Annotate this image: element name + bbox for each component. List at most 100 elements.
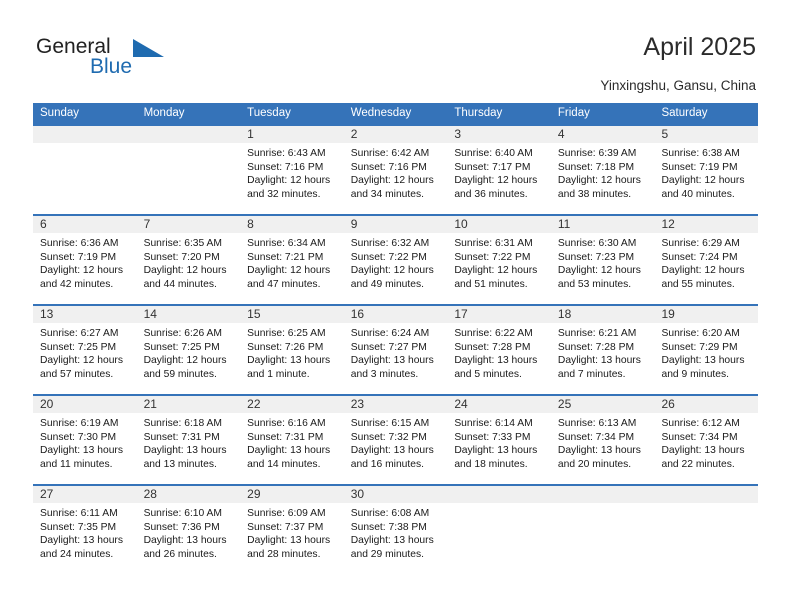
calendar-week-row: 6 7 8 9 10 11 12 Sunrise: 6:36 AM Sunset: 7:19 P… (33, 214, 758, 304)
daylight-text-line2: and 36 minutes. (454, 188, 528, 200)
day-cell[interactable]: Sunrise: 6:31 AM Sunset: 7:22 PM Daylight:… (447, 233, 551, 304)
week-daynumber-band: 13 14 15 16 17 18 19 (33, 306, 758, 323)
day-cell[interactable]: Sunrise: 6:40 AM Sunset: 7:17 PM Daylight:… (447, 143, 551, 214)
sunrise-text: Sunrise: 6:11 AM (40, 508, 118, 519)
day-number[interactable]: 28 (137, 486, 241, 503)
day-cell[interactable]: Sunrise: 6:09 AM Sunset: 7:37 PM Daylight:… (240, 503, 344, 574)
sunrise-text: Sunrise: 6:15 AM (350, 418, 430, 429)
daylight-text-line1: Daylight: 13 hours (350, 355, 434, 366)
weekday-header-row: Sunday Monday Tuesday Wednesday Thursday… (33, 103, 758, 124)
sunrise-text: Sunrise: 6:19 AM (40, 418, 119, 429)
day-cell[interactable]: Sunrise: 6:11 AM Sunset: 7:35 PM Daylight:… (33, 503, 137, 574)
day-number[interactable]: 13 (33, 306, 137, 323)
sunset-text: Sunset: 7:17 PM (454, 161, 531, 173)
day-number[interactable]: 4 (551, 126, 655, 143)
day-number[interactable]: 5 (654, 126, 758, 143)
day-cell[interactable]: Sunrise: 6:26 AM Sunset: 7:25 PM Daylight:… (137, 323, 241, 394)
day-number[interactable]: 10 (447, 216, 551, 233)
sunset-text: Sunset: 7:25 PM (40, 341, 117, 353)
day-number[interactable]: 15 (240, 306, 344, 323)
day-number[interactable]: 6 (33, 216, 137, 233)
day-cell[interactable]: Sunrise: 6:20 AM Sunset: 7:29 PM Daylight:… (654, 323, 758, 394)
day-cell[interactable]: Sunrise: 6:38 AM Sunset: 7:19 PM Daylight:… (654, 143, 758, 214)
day-number[interactable]: 9 (344, 216, 448, 233)
day-cell[interactable]: Sunrise: 6:32 AM Sunset: 7:22 PM Daylight:… (344, 233, 448, 304)
day-number[interactable]: 14 (137, 306, 241, 323)
daylight-text-line2: and 29 minutes. (350, 548, 425, 560)
day-number[interactable]: 17 (447, 306, 551, 323)
day-number[interactable]: 23 (344, 396, 448, 413)
day-number[interactable]: 30 (344, 486, 448, 503)
day-number[interactable]: 12 (654, 216, 758, 233)
day-cell[interactable]: Sunrise: 6:34 AM Sunset: 7:21 PM Daylight:… (240, 233, 344, 304)
day-cell[interactable]: Sunrise: 6:30 AM Sunset: 7:23 PM Daylight:… (551, 233, 655, 304)
day-cell[interactable]: Sunrise: 6:13 AM Sunset: 7:34 PM Daylight:… (551, 413, 655, 484)
daylight-text-line1: Daylight: 12 hours (557, 175, 641, 186)
day-number[interactable]: 22 (240, 396, 344, 413)
weekday-header-sunday: Sunday (40, 107, 80, 119)
calendar-week-row: 27 28 29 30 Sunrise: 6:11 AM Sunset: 7:35 PM D… (33, 484, 758, 574)
daylight-text-line2: and 14 minutes. (247, 458, 321, 470)
day-number[interactable]: 11 (551, 216, 655, 233)
day-number[interactable]: 25 (551, 396, 655, 413)
day-number[interactable]: 7 (137, 216, 241, 233)
sunrise-text: Sunrise: 6:40 AM (454, 148, 533, 159)
day-number[interactable]: 19 (654, 306, 758, 323)
day-cell[interactable]: Sunrise: 6:18 AM Sunset: 7:31 PM Daylight:… (137, 413, 241, 484)
day-cell[interactable]: Sunrise: 6:21 AM Sunset: 7:28 PM Daylight:… (551, 323, 655, 394)
day-number[interactable]: 29 (240, 486, 344, 503)
weekday-header-thursday: Thursday (454, 107, 503, 119)
day-number[interactable]: 16 (344, 306, 448, 323)
day-cell[interactable]: Sunrise: 6:42 AM Sunset: 7:16 PM Daylight:… (344, 143, 448, 214)
weekday-header-monday: Monday (143, 107, 185, 119)
day-cell[interactable]: Sunrise: 6:10 AM Sunset: 7:36 PM Daylight:… (137, 503, 241, 574)
day-cell-empty (33, 143, 137, 214)
day-cell[interactable]: Sunrise: 6:22 AM Sunset: 7:28 PM Daylight:… (447, 323, 551, 394)
day-cell[interactable]: Sunrise: 6:15 AM Sunset: 7:32 PM Daylight:… (344, 413, 448, 484)
day-number[interactable]: 3 (447, 126, 551, 143)
sunset-text: Sunset: 7:22 PM (454, 251, 531, 263)
day-number[interactable]: 20 (33, 396, 137, 413)
day-cell[interactable]: Sunrise: 6:16 AM Sunset: 7:31 PM Daylight:… (240, 413, 344, 484)
daylight-text-line2: and 47 minutes. (247, 278, 321, 290)
day-number[interactable]: 26 (654, 396, 758, 413)
day-cell[interactable]: Sunrise: 6:25 AM Sunset: 7:26 PM Daylight:… (240, 323, 344, 394)
daylight-text-line1: Daylight: 13 hours (247, 445, 331, 456)
daylight-text-line2: and 57 minutes. (40, 368, 114, 380)
day-cell[interactable]: Sunrise: 6:14 AM Sunset: 7:33 PM Daylight:… (447, 413, 551, 484)
day-number[interactable]: 8 (240, 216, 344, 233)
sunrise-text: Sunrise: 6:12 AM (661, 418, 740, 429)
daylight-text-line1: Daylight: 13 hours (661, 445, 745, 456)
day-cell[interactable]: Sunrise: 6:36 AM Sunset: 7:19 PM Daylight:… (33, 233, 137, 304)
day-cell[interactable]: Sunrise: 6:12 AM Sunset: 7:34 PM Daylight:… (654, 413, 758, 484)
day-number[interactable]: 18 (551, 306, 655, 323)
sunset-text: Sunset: 7:25 PM (143, 341, 220, 353)
week-daynumber-band: 12345 (33, 126, 758, 143)
day-cell[interactable]: Sunrise: 6:39 AM Sunset: 7:18 PM Daylight:… (551, 143, 655, 214)
sunrise-text: Sunrise: 6:35 AM (143, 238, 222, 249)
sunrise-text: Sunrise: 6:34 AM (247, 238, 326, 249)
daylight-text-line2: and 24 minutes. (40, 548, 114, 560)
sunset-text: Sunset: 7:29 PM (661, 341, 738, 353)
day-cell[interactable]: Sunrise: 6:24 AM Sunset: 7:27 PM Daylight:… (344, 323, 448, 394)
day-number[interactable]: 2 (344, 126, 448, 143)
day-number[interactable]: 21 (137, 396, 241, 413)
general-blue-logo[interactable]: General Blue (36, 36, 216, 84)
day-number[interactable]: 24 (447, 396, 551, 413)
sunrise-text: Sunrise: 6:09 AM (247, 508, 326, 519)
sunset-text: Sunset: 7:33 PM (454, 431, 531, 443)
daylight-text-line1: Daylight: 12 hours (143, 265, 227, 276)
day-number[interactable]: 27 (33, 486, 137, 503)
day-number-empty (654, 486, 758, 503)
day-cell[interactable]: Sunrise: 6:27 AM Sunset: 7:25 PM Daylight:… (33, 323, 137, 394)
sunrise-text: Sunrise: 6:16 AM (247, 418, 326, 429)
day-cell[interactable]: Sunrise: 6:29 AM Sunset: 7:24 PM Daylight:… (654, 233, 758, 304)
day-cell[interactable]: Sunrise: 6:19 AM Sunset: 7:30 PM Daylight:… (33, 413, 137, 484)
calendar-weeks: 1 2 3 4 5 Sunrise: 6:43 AM Sunset: 7:16 PM Dayl… (33, 124, 758, 574)
day-cell[interactable]: Sunrise: 6:43 AM Sunset: 7:16 PM Daylight:… (240, 143, 344, 214)
day-cell[interactable]: Sunrise: 6:08 AM Sunset: 7:38 PM Daylight:… (344, 503, 448, 574)
day-cell-empty (551, 503, 655, 574)
day-cell[interactable]: Sunrise: 6:35 AM Sunset: 7:20 PM Daylight:… (137, 233, 241, 304)
daylight-text-line2: and 3 minutes. (350, 368, 419, 380)
day-number[interactable]: 1 (240, 126, 344, 143)
